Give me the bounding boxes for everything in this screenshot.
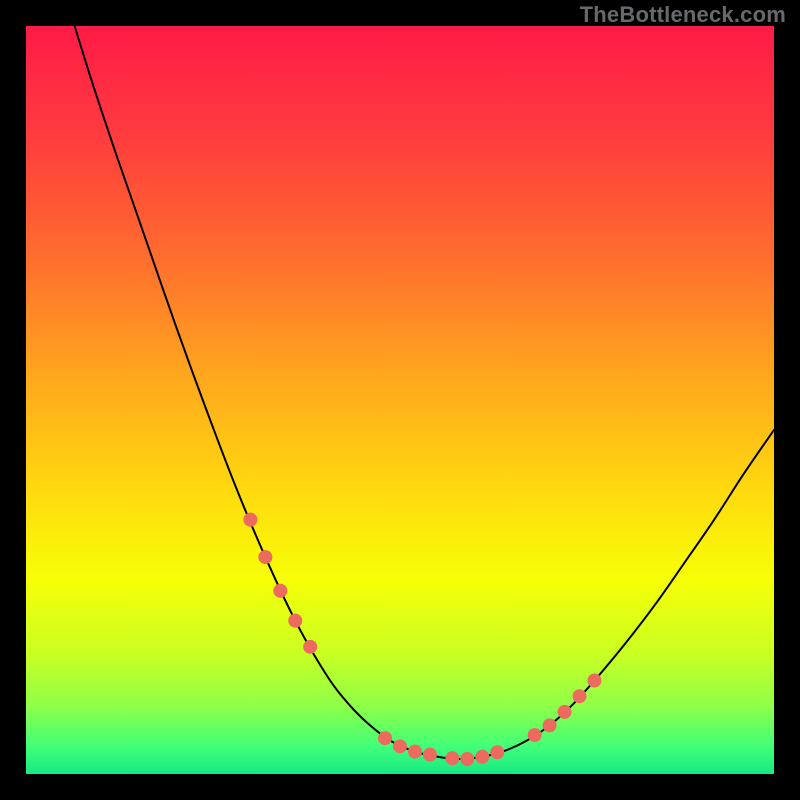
- highlight-marker: [423, 748, 437, 762]
- gradient-background: [26, 26, 774, 774]
- highlight-marker: [558, 705, 572, 719]
- highlight-marker: [587, 674, 601, 688]
- highlight-marker: [288, 614, 302, 628]
- highlight-marker: [243, 513, 257, 527]
- plot-area: [26, 26, 774, 774]
- highlight-marker: [490, 745, 504, 759]
- highlight-marker: [460, 752, 474, 766]
- highlight-marker: [408, 745, 422, 759]
- highlight-marker: [258, 550, 272, 564]
- chart-frame: TheBottleneck.com: [0, 0, 800, 800]
- highlight-marker: [273, 584, 287, 598]
- watermark-text: TheBottleneck.com: [580, 2, 786, 28]
- highlight-marker: [445, 751, 459, 765]
- highlight-marker: [573, 689, 587, 703]
- highlight-marker: [378, 731, 392, 745]
- highlight-marker: [303, 640, 317, 654]
- highlight-marker: [475, 750, 489, 764]
- highlight-marker: [543, 718, 557, 732]
- bottleneck-curve-chart: [26, 26, 774, 774]
- highlight-marker: [528, 728, 542, 742]
- highlight-marker: [393, 739, 407, 753]
